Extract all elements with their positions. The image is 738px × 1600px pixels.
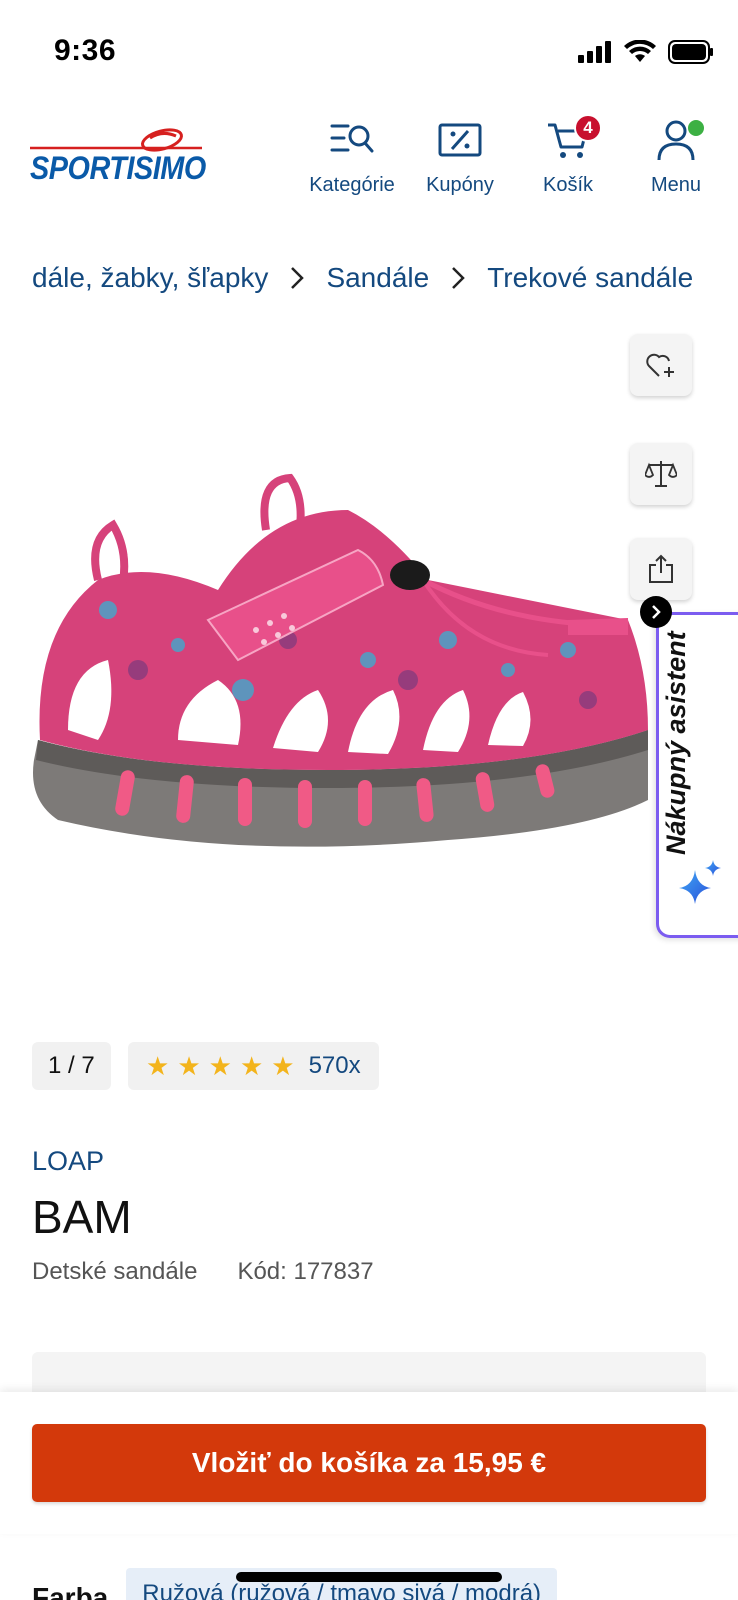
star-icon: ★: [208, 1051, 232, 1081]
rating-badge[interactable]: ★ ★ ★ ★ ★ 570x: [128, 1042, 379, 1090]
product-title: BAM: [32, 1191, 132, 1243]
product-brand[interactable]: LOAP: [32, 1146, 104, 1177]
nav-cart[interactable]: 4 Košík: [518, 114, 618, 197]
chevron-right-icon: [290, 266, 305, 290]
breadcrumb-item[interactable]: Trekové sandále: [487, 262, 693, 294]
star-icon: ★: [239, 1051, 264, 1081]
breadcrumb: dále, žabky, šľapky Sandále Trekové sand…: [32, 262, 738, 294]
breadcrumb-item[interactable]: dále, žabky, šľapky: [32, 262, 268, 294]
cart-icon: [518, 116, 618, 164]
nav-label: Kategórie: [309, 174, 395, 196]
nav-label: Menu: [650, 174, 702, 196]
nav-categories[interactable]: Kategórie: [302, 116, 402, 197]
nav-coupons[interactable]: Kupóny: [410, 116, 510, 197]
sticky-cart-bar: Vložiť do košíka za 15,95 €: [0, 1392, 738, 1534]
logo-text: SPORTISIMO: [30, 150, 206, 186]
sparkle-icon: [677, 860, 723, 909]
breadcrumb-item[interactable]: Sandále: [326, 262, 429, 294]
product-category: Detské sandále: [32, 1258, 198, 1285]
nav-label: Košík: [542, 174, 594, 196]
status-bar: 9:36: [0, 0, 738, 100]
wifi-icon: [624, 40, 656, 62]
star-icon: ★: [271, 1051, 295, 1081]
status-time: 9:36: [54, 34, 117, 67]
rating-count: 570x: [308, 1052, 361, 1079]
heart-plus-icon: [646, 353, 674, 377]
star-icon: ★: [146, 1051, 170, 1081]
user-icon: [626, 116, 726, 164]
nav-menu[interactable]: Menu: [626, 116, 726, 197]
add-to-wishlist-button[interactable]: [630, 334, 692, 396]
coupon-percent-icon: [410, 116, 510, 164]
categories-search-icon: [302, 116, 402, 164]
sportisimo-logo[interactable]: SPORTISIMO: [30, 126, 206, 186]
cart-count-badge: 4: [574, 114, 602, 142]
chevron-right-icon: [451, 266, 465, 290]
product-code: Kód: 177837: [237, 1258, 374, 1285]
product-image[interactable]: [28, 470, 658, 870]
site-header: SPORTISIMO Kategórie Kupóny 4 Košík Menu: [0, 110, 738, 210]
assistant-label: Nákupný asistent: [661, 631, 691, 855]
shopping-assistant-tab[interactable]: Nákupný asistent: [656, 612, 738, 938]
status-icons: [578, 40, 714, 64]
online-status-dot: [688, 120, 704, 136]
chevron-right-icon: [652, 605, 661, 619]
home-indicator[interactable]: [236, 1572, 502, 1582]
battery-icon: [668, 40, 713, 64]
image-counter: 1 / 7: [32, 1042, 111, 1090]
cellular-signal-icon: [578, 41, 611, 63]
add-to-cart-button[interactable]: Vložiť do košíka za 15,95 €: [32, 1424, 706, 1502]
nav-label: Kupóny: [426, 174, 494, 196]
color-label: Farba: [32, 1582, 109, 1600]
star-icon: ★: [177, 1051, 201, 1081]
product-meta: Detské sandále Kód: 177837: [32, 1258, 374, 1286]
assistant-collapse-button[interactable]: [640, 596, 672, 628]
